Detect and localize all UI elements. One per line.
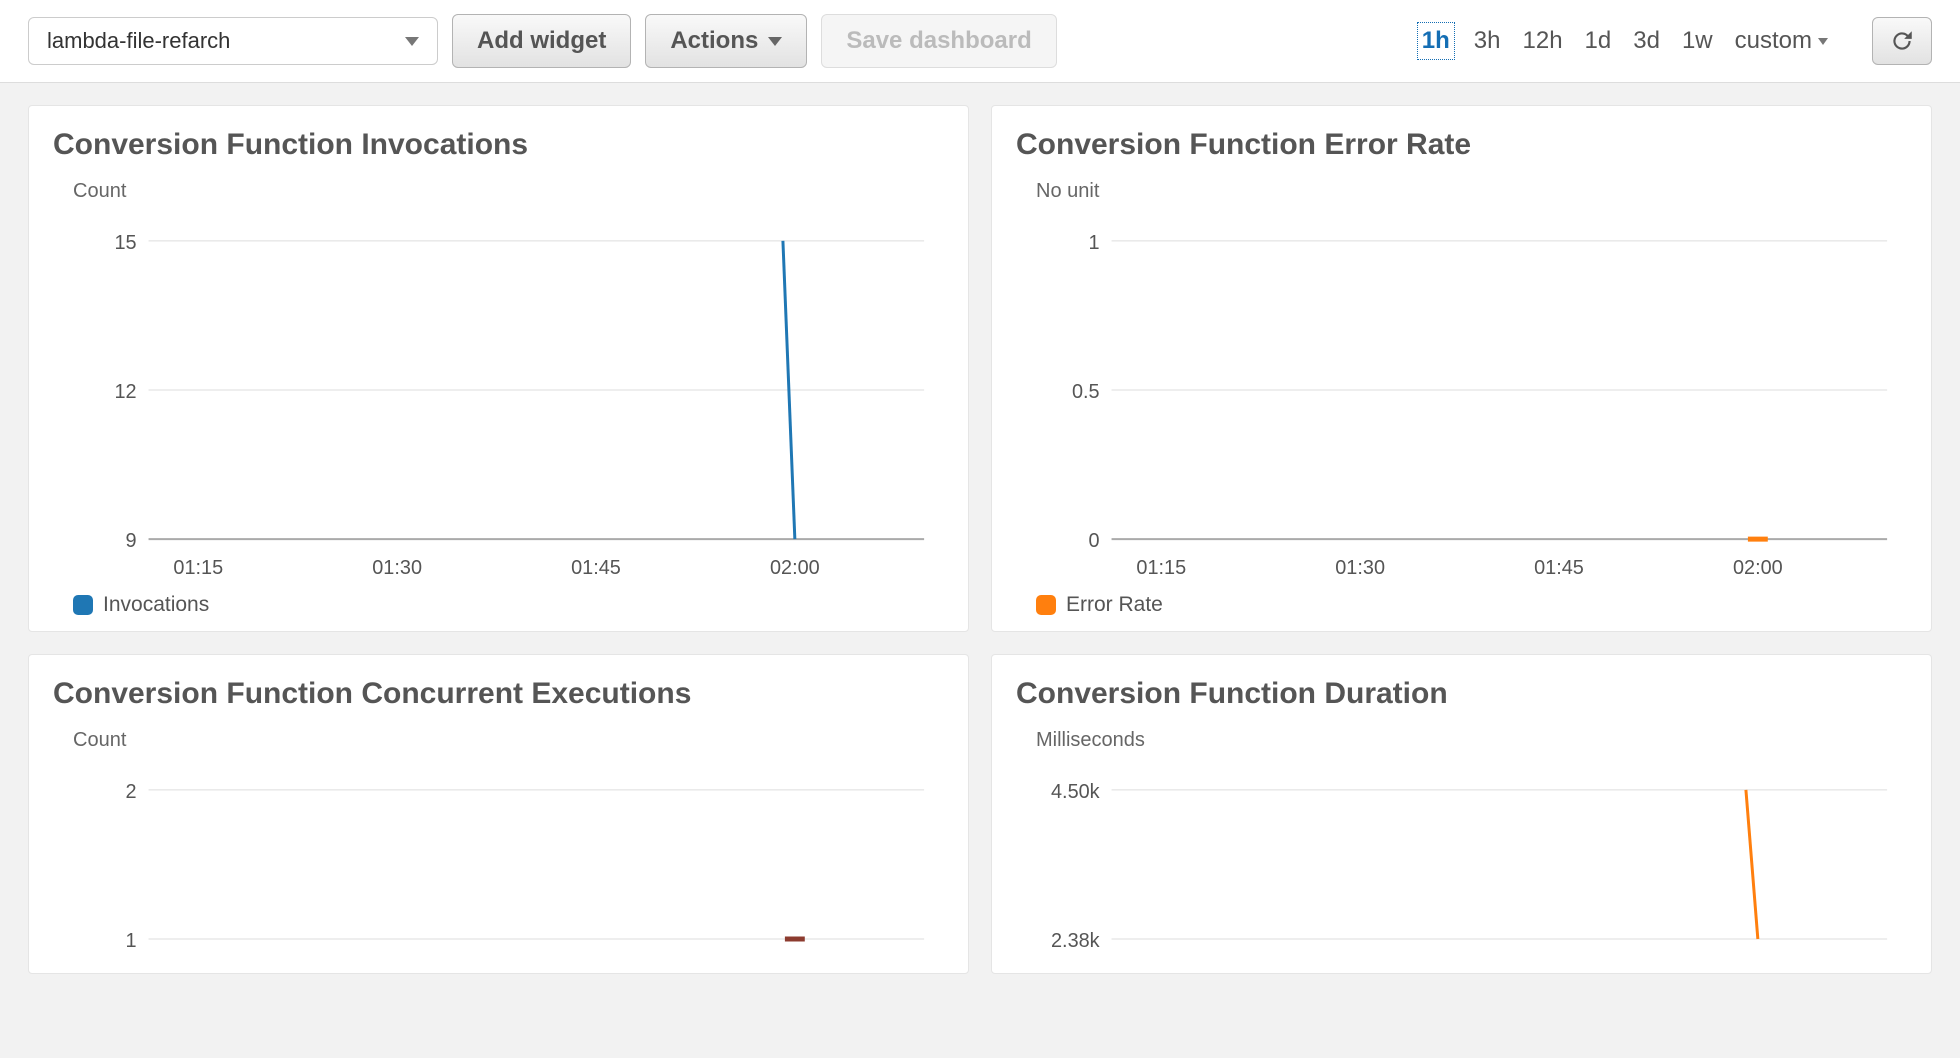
widget-title: Conversion Function Concurrent Execution…: [53, 677, 944, 711]
chevron-down-icon: [405, 37, 419, 46]
xtick: 01:45: [571, 557, 621, 579]
refresh-button[interactable]: [1872, 17, 1932, 65]
ytick: 0: [1089, 530, 1100, 552]
time-range-custom-label: custom: [1735, 27, 1812, 55]
unit-label: Count: [73, 729, 944, 752]
add-widget-label: Add widget: [477, 27, 606, 55]
widget-title: Conversion Function Error Rate: [1016, 128, 1907, 162]
actions-button[interactable]: Actions: [645, 14, 807, 68]
series-line-duration: [1746, 790, 1758, 939]
ytick-12: 12: [115, 381, 137, 403]
unit-label: No unit: [1036, 180, 1907, 203]
xtick: 01:15: [1136, 557, 1186, 579]
add-widget-button[interactable]: Add widget: [452, 14, 631, 68]
dashboard-name-label: lambda-file-refarch: [47, 28, 230, 54]
ytick: 2: [126, 781, 137, 803]
xtick: 01:30: [1335, 557, 1385, 579]
legend: Error Rate: [1036, 593, 1907, 617]
time-range-custom[interactable]: custom: [1735, 27, 1828, 55]
widget-grid: Conversion Function Invocations Count 15…: [0, 83, 1960, 996]
chevron-down-icon: [768, 37, 782, 46]
xtick: 01:15: [173, 557, 223, 579]
widget-duration: Conversion Function Duration Millisecond…: [991, 654, 1932, 974]
time-range-selector: 1h 3h 12h 1d 3d 1w custom: [1420, 25, 1828, 57]
chart-duration: 4.50k 2.38k: [1032, 760, 1907, 959]
widget-title: Conversion Function Duration: [1016, 677, 1907, 711]
unit-label: Milliseconds: [1036, 729, 1907, 752]
time-range-3d[interactable]: 3d: [1633, 27, 1660, 55]
ytick: 1: [126, 930, 137, 952]
actions-label: Actions: [670, 27, 758, 55]
time-range-1d[interactable]: 1d: [1585, 27, 1612, 55]
ytick-15: 15: [115, 232, 137, 254]
widget-invocations: Conversion Function Invocations Count 15…: [28, 105, 969, 632]
legend: Invocations: [73, 593, 944, 617]
time-range-12h[interactable]: 12h: [1523, 27, 1563, 55]
dashboard-selector[interactable]: lambda-file-refarch: [28, 17, 438, 65]
legend-label: Error Rate: [1066, 593, 1163, 617]
widget-title: Conversion Function Invocations: [53, 128, 944, 162]
ytick: 0.5: [1072, 381, 1100, 403]
unit-label: Count: [73, 180, 944, 203]
save-dashboard-button[interactable]: Save dashboard: [821, 14, 1056, 68]
xtick: 02:00: [1733, 557, 1783, 579]
ytick: 2.38k: [1051, 930, 1100, 952]
legend-label: Invocations: [103, 593, 209, 617]
widget-error-rate: Conversion Function Error Rate No unit 1…: [991, 105, 1932, 632]
legend-swatch: [1036, 595, 1056, 615]
time-range-3h[interactable]: 3h: [1474, 27, 1501, 55]
chart-invocations: 15 12 9 01:15 01:30 01:45 02:00: [69, 211, 944, 579]
xtick: 01:30: [372, 557, 422, 579]
toolbar: lambda-file-refarch Add widget Actions S…: [0, 0, 1960, 83]
widget-concurrent: Conversion Function Concurrent Execution…: [28, 654, 969, 974]
chart-error-rate: 1 0.5 0 01:15 01:30 01:45 02:00: [1032, 211, 1907, 579]
ytick: 4.50k: [1051, 781, 1100, 803]
ytick: 1: [1089, 232, 1100, 254]
save-dashboard-label: Save dashboard: [846, 27, 1031, 55]
refresh-icon: [1889, 28, 1915, 54]
xtick: 02:00: [770, 557, 820, 579]
chevron-down-icon: [1818, 38, 1828, 45]
chart-concurrent: 2 1: [69, 760, 944, 959]
time-range-1h[interactable]: 1h: [1420, 25, 1452, 57]
legend-swatch: [73, 595, 93, 615]
xtick: 01:45: [1534, 557, 1584, 579]
ytick-9: 9: [126, 530, 137, 552]
time-range-1w[interactable]: 1w: [1682, 27, 1713, 55]
